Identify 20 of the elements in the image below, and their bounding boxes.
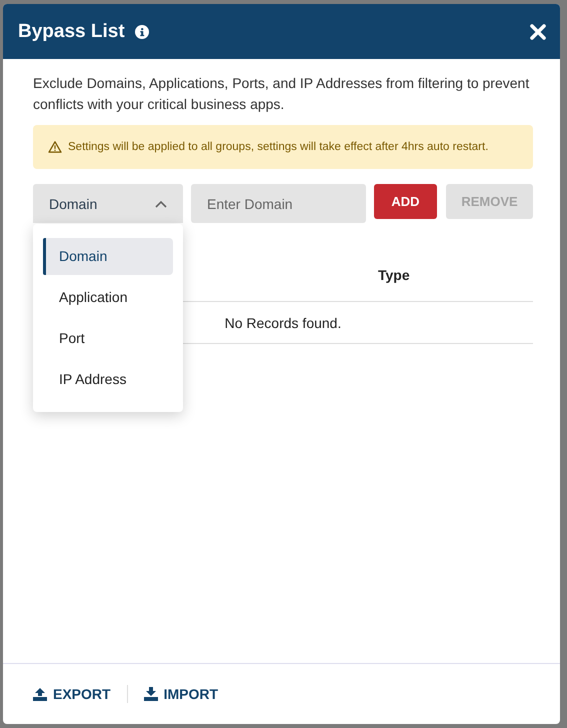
empty-message: No Records found. [224,314,342,330]
close-icon[interactable] [529,22,547,40]
dropdown-option[interactable]: IP Address [43,361,173,398]
type-select[interactable]: Domain [33,184,183,223]
warning-text: Settings will be applied to all groups, settings will take effect after 4hrs auto restart. [68,141,488,153]
add-button[interactable]: ADD [374,184,437,219]
export-button[interactable]: EXPORT [33,686,111,702]
column-header: Type [378,267,410,283]
entry-field[interactable]: Enter Domain [191,184,366,223]
chevron-icon [155,200,167,208]
download-icon [144,687,158,701]
dropdown-option[interactable]: Port [43,320,173,357]
info-icon[interactable] [134,24,149,38]
dropdown-option[interactable]: Application [43,279,173,316]
dialog-description: Exclude Domains, Applications, Ports, and IP Addresses from filtering to prevent conflicts with your critical business apps. [33,74,530,114]
dropdown-option[interactable]: Domain [43,238,173,275]
dialog-title: Bypass List [18,20,125,42]
upload-icon [33,687,47,701]
import-button[interactable]: IMPORT [144,686,218,702]
warning-icon [48,141,62,153]
